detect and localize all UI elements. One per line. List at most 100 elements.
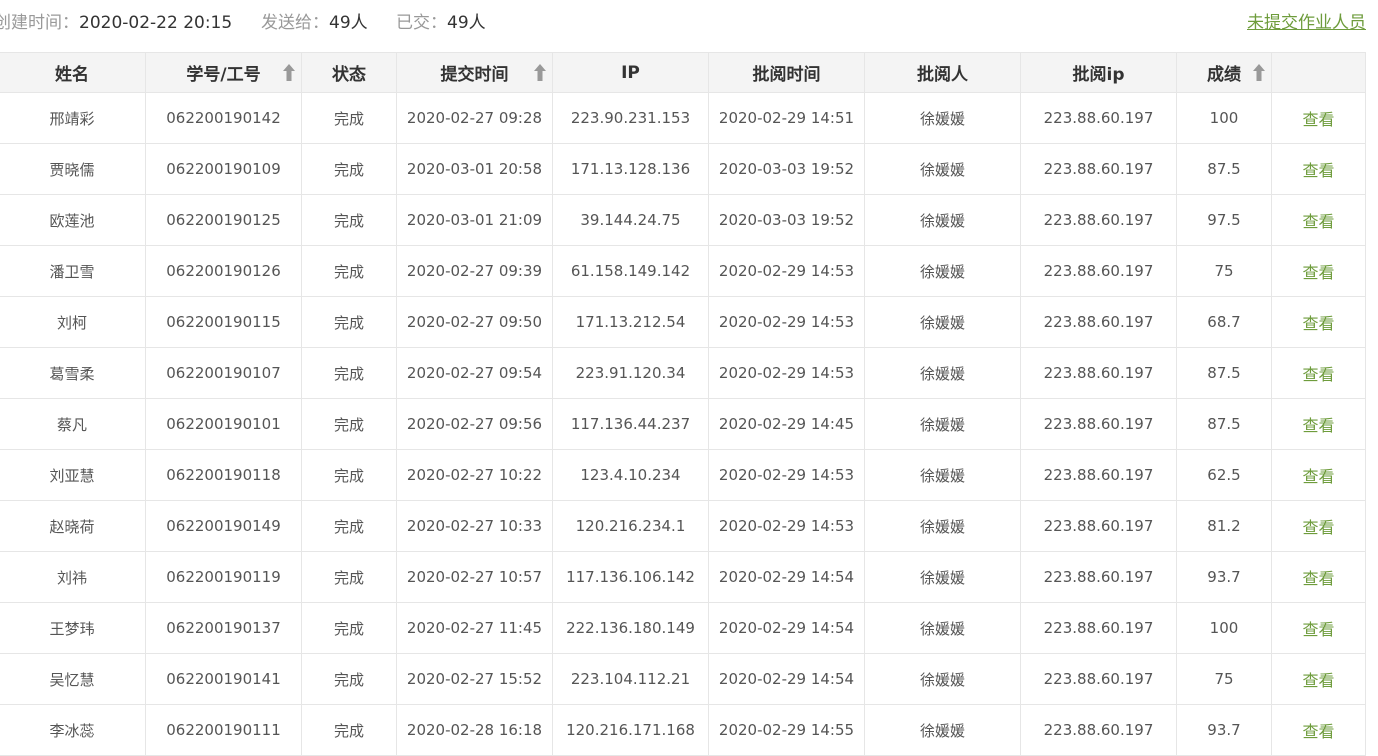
cell-reviewer: 徐媛媛 <box>864 398 1021 450</box>
table-body: 邢靖彩 062200190142 完成 2020-02-27 09:28 223.90.… <box>0 92 1366 756</box>
cell-reviewer: 徐媛媛 <box>864 194 1021 246</box>
cell-reviewer: 徐媛媛 <box>864 500 1021 552</box>
cell-action: 查看 <box>1271 347 1366 399</box>
cell-status: 完成 <box>301 500 397 552</box>
cell-ip: 123.4.10.234 <box>552 449 709 501</box>
sort-up-arrow-icon[interactable] <box>1253 64 1265 81</box>
view-button[interactable]: 查看 <box>1302 671 1334 690</box>
table-row: 刘祎 062200190119 完成 2020-02-27 10:57 117.136.… <box>0 551 1366 603</box>
cell-reviewer: 徐媛媛 <box>864 602 1021 654</box>
col-header-name: 姓名 <box>0 52 146 93</box>
view-button[interactable]: 查看 <box>1302 722 1334 741</box>
cell-score: 100 <box>1176 92 1272 144</box>
cell-submit-time: 2020-02-27 09:56 <box>396 398 553 450</box>
cell-review-time: 2020-02-29 14:53 <box>708 296 865 348</box>
cell-ip: 222.136.180.149 <box>552 602 709 654</box>
cell-reviewer: 徐媛媛 <box>864 143 1021 195</box>
cell-name: 李冰蕊 <box>0 704 146 756</box>
cell-action: 查看 <box>1271 92 1366 144</box>
cell-status: 完成 <box>301 347 397 399</box>
cell-review-ip: 223.88.60.197 <box>1020 449 1177 501</box>
unsubmitted-students-link[interactable]: 未提交作业人员 <box>1247 8 1366 33</box>
view-button[interactable]: 查看 <box>1302 569 1334 588</box>
view-button[interactable]: 查看 <box>1302 416 1334 435</box>
cell-ip: 61.158.149.142 <box>552 245 709 297</box>
submitted-count: 已交：49人 <box>396 8 486 33</box>
cell-student-id: 062200190126 <box>145 245 302 297</box>
table-row: 王梦玮 062200190137 完成 2020-02-27 11:45 222.136… <box>0 602 1366 654</box>
table-row: 吴忆慧 062200190141 完成 2020-02-27 15:52 223.104… <box>0 653 1366 705</box>
table-row: 欧莲池 062200190125 完成 2020-03-01 21:09 39.144.… <box>0 194 1366 246</box>
cell-submit-time: 2020-03-01 20:58 <box>396 143 553 195</box>
cell-action: 查看 <box>1271 398 1366 450</box>
cell-name: 葛雪柔 <box>0 347 146 399</box>
col-header-score[interactable]: 成绩 <box>1176 52 1272 93</box>
cell-status: 完成 <box>301 602 397 654</box>
cell-status: 完成 <box>301 143 397 195</box>
cell-score: 75 <box>1176 653 1272 705</box>
cell-review-time: 2020-02-29 14:55 <box>708 704 865 756</box>
cell-reviewer: 徐媛媛 <box>864 92 1021 144</box>
cell-ip: 171.13.212.54 <box>552 296 709 348</box>
table-row: 刘亚慧 062200190118 完成 2020-02-27 10:22 123.4.1… <box>0 449 1366 501</box>
table-row: 刘柯 062200190115 完成 2020-02-27 09:50 171.13.2… <box>0 296 1366 348</box>
sort-up-arrow-icon[interactable] <box>283 64 295 81</box>
cell-review-ip: 223.88.60.197 <box>1020 704 1177 756</box>
submitted-label: 已交： <box>396 13 447 33</box>
sort-up-arrow-icon[interactable] <box>534 64 546 81</box>
col-header-review-time-label: 批阅时间 <box>752 65 821 85</box>
view-button[interactable]: 查看 <box>1302 467 1334 486</box>
cell-score: 81.2 <box>1176 500 1272 552</box>
cell-student-id: 062200190149 <box>145 500 302 552</box>
cell-action: 查看 <box>1271 500 1366 552</box>
cell-review-time: 2020-02-29 14:53 <box>708 347 865 399</box>
cell-status: 完成 <box>301 398 397 450</box>
cell-action: 查看 <box>1271 704 1366 756</box>
submitted-value: 49人 <box>447 13 486 33</box>
cell-student-id: 062200190137 <box>145 602 302 654</box>
cell-status: 完成 <box>301 551 397 603</box>
table-row: 赵晓荷 062200190149 完成 2020-02-27 10:33 120.216… <box>0 500 1366 552</box>
cell-action: 查看 <box>1271 143 1366 195</box>
cell-student-id: 062200190111 <box>145 704 302 756</box>
cell-name: 刘亚慧 <box>0 449 146 501</box>
cell-student-id: 062200190107 <box>145 347 302 399</box>
cell-ip: 120.216.171.168 <box>552 704 709 756</box>
cell-reviewer: 徐媛媛 <box>864 653 1021 705</box>
view-button[interactable]: 查看 <box>1302 212 1334 231</box>
view-button[interactable]: 查看 <box>1302 314 1334 333</box>
cell-name: 吴忆慧 <box>0 653 146 705</box>
sent-to-label: 发送给： <box>261 13 329 33</box>
view-button[interactable]: 查看 <box>1302 263 1334 282</box>
table-row: 贾晓儒 062200190109 完成 2020-03-01 20:58 171.13.… <box>0 143 1366 195</box>
view-button[interactable]: 查看 <box>1302 620 1334 639</box>
cell-review-ip: 223.88.60.197 <box>1020 245 1177 297</box>
col-header-ip: IP <box>552 52 709 93</box>
col-header-student-id[interactable]: 学号/工号 <box>145 52 302 93</box>
cell-status: 完成 <box>301 245 397 297</box>
cell-name: 邢靖彩 <box>0 92 146 144</box>
cell-score: 87.5 <box>1176 143 1272 195</box>
cell-review-time: 2020-02-29 14:54 <box>708 551 865 603</box>
view-button[interactable]: 查看 <box>1302 518 1334 537</box>
cell-review-time: 2020-02-29 14:53 <box>708 500 865 552</box>
cell-submit-time: 2020-02-27 10:57 <box>396 551 553 603</box>
col-header-action <box>1271 52 1366 93</box>
cell-review-ip: 223.88.60.197 <box>1020 653 1177 705</box>
cell-reviewer: 徐媛媛 <box>864 347 1021 399</box>
view-button[interactable]: 查看 <box>1302 161 1334 180</box>
cell-student-id: 062200190115 <box>145 296 302 348</box>
cell-action: 查看 <box>1271 245 1366 297</box>
table-row: 潘卫雪 062200190126 完成 2020-02-27 09:39 61.158.… <box>0 245 1366 297</box>
cell-ip: 223.104.112.21 <box>552 653 709 705</box>
col-header-submit-time[interactable]: 提交时间 <box>396 52 553 93</box>
cell-submit-time: 2020-02-27 15:52 <box>396 653 553 705</box>
view-button[interactable]: 查看 <box>1302 365 1334 384</box>
cell-student-id: 062200190119 <box>145 551 302 603</box>
col-header-score-label: 成绩 <box>1207 65 1241 85</box>
cell-score: 68.7 <box>1176 296 1272 348</box>
cell-name: 王梦玮 <box>0 602 146 654</box>
cell-action: 查看 <box>1271 551 1366 603</box>
view-button[interactable]: 查看 <box>1302 110 1334 129</box>
cell-submit-time: 2020-03-01 21:09 <box>396 194 553 246</box>
